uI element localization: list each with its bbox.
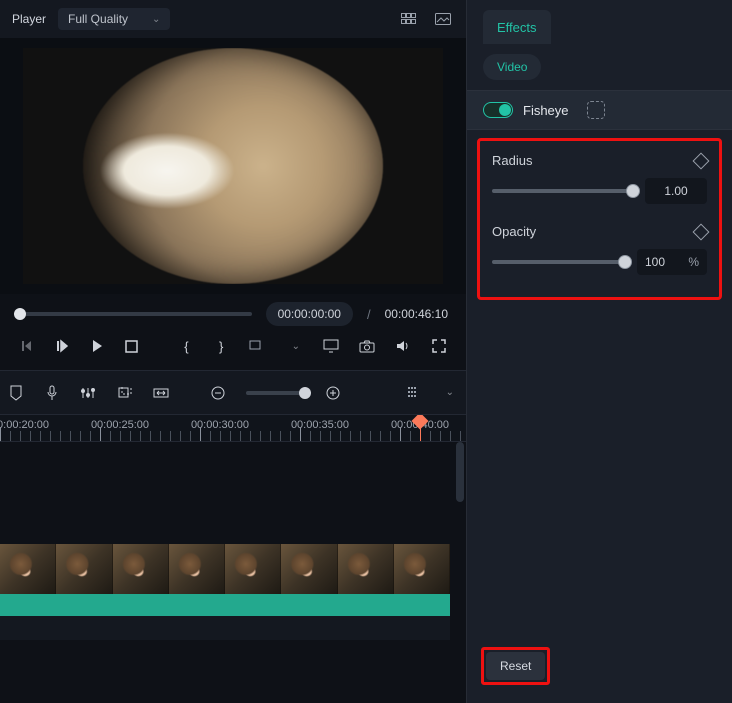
timeline-tracks[interactable] xyxy=(0,442,466,703)
transport: 00:00:00:00 / 00:00:46:10 { } xyxy=(0,294,466,370)
seek-thumb[interactable] xyxy=(14,308,26,320)
timecode-total: 00:00:46:10 xyxy=(385,307,448,321)
opacity-slider[interactable] xyxy=(492,260,625,264)
camera-icon[interactable] xyxy=(359,336,375,356)
quality-dropdown[interactable]: Full Quality ⌄ xyxy=(58,8,170,30)
preview-viewport xyxy=(0,38,466,294)
track-options-icon[interactable] xyxy=(405,383,421,403)
zoom-thumb[interactable] xyxy=(299,387,311,399)
panel-tab-row: Effects xyxy=(467,0,732,44)
clip-thumb xyxy=(281,544,337,594)
mark-out-icon[interactable]: } xyxy=(214,336,229,356)
category-video-pill[interactable]: Video xyxy=(483,54,541,80)
clip-thumb xyxy=(225,544,281,594)
fit-icon[interactable] xyxy=(153,383,169,403)
track-scrollbar[interactable] xyxy=(456,442,464,502)
chevron-down-icon: ⌄ xyxy=(152,14,160,25)
filter-name: Fisheye xyxy=(523,103,569,118)
track-options-chevron-icon[interactable]: ⌄ xyxy=(442,383,458,403)
crop-icon[interactable] xyxy=(117,383,133,403)
seek-slider[interactable] xyxy=(18,312,252,316)
keyframe-icon[interactable] xyxy=(693,223,710,240)
filter-header: Fisheye xyxy=(467,90,732,130)
prev-frame-button[interactable] xyxy=(20,336,35,356)
radius-thumb[interactable] xyxy=(626,184,640,198)
marker-icon[interactable] xyxy=(8,383,24,403)
radius-label: Radius xyxy=(492,153,532,168)
video-clip[interactable] xyxy=(0,544,450,640)
player-header: Player Full Quality ⌄ xyxy=(0,0,466,38)
mask-icon[interactable] xyxy=(587,101,605,119)
display-mode-dropdown[interactable] xyxy=(249,336,269,356)
clip-thumb xyxy=(113,544,169,594)
param-opacity: Opacity 100 % xyxy=(492,224,707,275)
second-screen-icon[interactable] xyxy=(323,336,339,356)
grid-view-icon[interactable] xyxy=(398,8,420,30)
voiceover-icon[interactable] xyxy=(44,383,60,403)
preview-content xyxy=(83,48,383,284)
opacity-value-box[interactable]: 100 % xyxy=(637,249,707,275)
clip-thumb xyxy=(394,544,450,594)
opacity-value: 100 xyxy=(645,255,665,269)
step-back-button[interactable] xyxy=(55,336,70,356)
display-mode-chevron-icon[interactable]: ⌄ xyxy=(289,336,304,356)
radius-value[interactable]: 1.00 xyxy=(645,178,707,204)
snapshot-icon[interactable] xyxy=(432,8,454,30)
opacity-thumb[interactable] xyxy=(618,255,632,269)
applied-effect-bar[interactable] xyxy=(0,594,450,616)
opacity-label: Opacity xyxy=(492,224,536,239)
volume-icon[interactable] xyxy=(395,336,411,356)
stop-button[interactable] xyxy=(124,336,139,356)
zoom-in-button[interactable] xyxy=(325,383,341,403)
fullscreen-icon[interactable] xyxy=(431,336,446,356)
tab-effects[interactable]: Effects xyxy=(483,10,551,44)
zoom-out-button[interactable] xyxy=(210,383,226,403)
timeline-ruler[interactable]: 00:00:20:00 00:00:25:00 00:00:30:00 00:0… xyxy=(0,414,466,442)
clip-thumb xyxy=(56,544,112,594)
clip-thumb xyxy=(169,544,225,594)
radius-slider[interactable] xyxy=(492,189,633,193)
keyframe-icon[interactable] xyxy=(693,152,710,169)
clip-thumb xyxy=(0,544,56,594)
reset-button[interactable]: Reset xyxy=(486,652,545,680)
quality-value: Full Quality xyxy=(68,12,128,26)
filter-enable-toggle[interactable] xyxy=(483,102,513,118)
opacity-unit: % xyxy=(688,255,699,269)
preview-frame[interactable] xyxy=(23,48,443,284)
parameters-highlight: Radius 1.00 Opacity 100 % xyxy=(477,138,722,300)
player-label: Player xyxy=(12,12,46,26)
timecode-current[interactable]: 00:00:00:00 xyxy=(266,302,353,326)
zoom-slider[interactable] xyxy=(246,391,305,395)
play-button[interactable] xyxy=(90,336,105,356)
timecode-sep: / xyxy=(367,307,371,322)
audio-mixer-icon[interactable] xyxy=(81,383,97,403)
param-radius: Radius 1.00 xyxy=(492,153,707,204)
reset-highlight: Reset xyxy=(481,647,550,685)
clip-thumb xyxy=(338,544,394,594)
mark-in-icon[interactable]: { xyxy=(179,336,194,356)
timeline-toolbar: ⌄ xyxy=(0,370,466,414)
